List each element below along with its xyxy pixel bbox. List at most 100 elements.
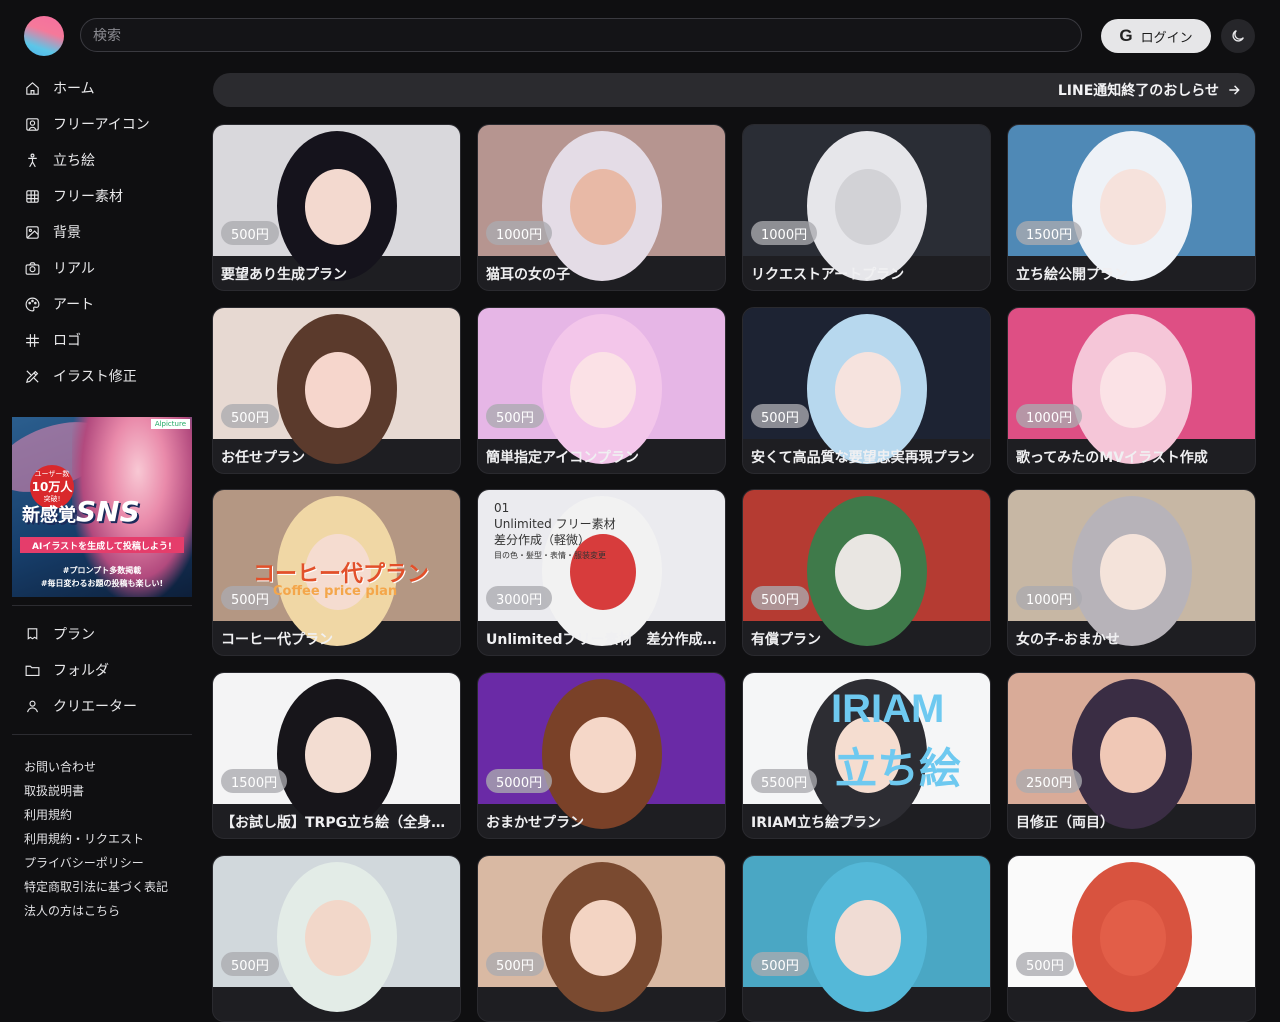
sidebar-item-label: 背景 xyxy=(53,225,81,241)
plan-title: 立ち絵公開プラン xyxy=(1016,267,1128,283)
unlimited-line: Unlimited フリー素材 xyxy=(494,517,616,531)
sidebar-item-label: フォルダ xyxy=(53,663,109,679)
plan-card[interactable]: 1500円【お試し版】TRPG立ち絵（全身）プラン xyxy=(212,672,461,839)
sidebar-item-logo[interactable]: ロゴ xyxy=(24,326,81,354)
footer-link-terms[interactable]: 利用規約 xyxy=(24,806,72,823)
footer-link-contact[interactable]: お問い合わせ xyxy=(24,758,96,775)
price-badge: 500円 xyxy=(221,952,279,976)
price-badge: 1000円 xyxy=(1016,586,1083,610)
price-badge: 500円 xyxy=(751,952,809,976)
sidebar-item-standing[interactable]: 立ち絵 xyxy=(24,146,95,174)
plan-title: 猫耳の女の子 xyxy=(486,267,570,283)
plan-card[interactable]: 1500円立ち絵公開プラン xyxy=(1007,124,1256,291)
plan-card[interactable]: 500円 お任せプラン xyxy=(212,307,461,474)
notice-text: LINE通知終了のおしらせ xyxy=(1057,83,1219,99)
sidebar-item-creator[interactable]: クリエーター xyxy=(24,692,137,720)
unlimited-line: 目の色・髪型・表情・服装変更 xyxy=(494,551,606,560)
price-badge: 1000円 xyxy=(486,221,553,245)
thumbnail-face-shape xyxy=(570,717,636,793)
price-badge: 2500円 xyxy=(1016,769,1083,793)
login-label: ログイン xyxy=(1140,30,1193,46)
footer-link-privacy[interactable]: プライバシーポリシー xyxy=(24,854,144,871)
footer-link-corporate[interactable]: 法人の方はこちら xyxy=(24,902,120,919)
sidebar-item-home[interactable]: ホーム xyxy=(24,74,95,102)
plan-card[interactable]: 500円有償プラン xyxy=(742,489,991,656)
thumbnail-face-shape xyxy=(835,169,901,245)
price-badge: 3000円 xyxy=(486,586,553,610)
sidebar-item-art[interactable]: アート xyxy=(24,290,94,318)
footer-link-manual[interactable]: 取扱説明書 xyxy=(24,782,84,799)
standing-figure-icon xyxy=(28,153,37,167)
promo-banner[interactable]: Alpicture ユーザー数 10万人 突破! 新感覚SNS AIイラストを生… xyxy=(12,417,192,597)
thumbnail-face-shape xyxy=(1100,534,1166,610)
notice-bar[interactable]: LINE通知終了のおしらせ xyxy=(213,73,1255,107)
banner-headline: 新感覚SNS xyxy=(22,495,140,528)
sidebar-item-label: 立ち絵 xyxy=(53,153,95,169)
banner-headline-small: 新感覚 xyxy=(22,505,76,526)
sidebar-item-label: クリエーター xyxy=(53,699,137,715)
plan-card[interactable]: 500円 xyxy=(212,855,461,1022)
search-placeholder: 検索 xyxy=(93,28,121,44)
image-icon xyxy=(26,225,39,239)
plan-title: IRIAM立ち絵プラン xyxy=(751,815,881,831)
footer-link-terms-request[interactable]: 利用規約・リクエスト xyxy=(24,830,144,847)
sidebar-item-real[interactable]: リアル xyxy=(24,254,95,282)
plan-title: 有償プラン xyxy=(751,632,821,648)
sidebar-item-illust-fix[interactable]: イラスト修正 xyxy=(24,362,137,390)
home-icon xyxy=(26,81,39,95)
price-badge: 1500円 xyxy=(1016,221,1083,245)
footer-link-tokushoho[interactable]: 特定商取引法に基づく表記 xyxy=(24,878,168,895)
pencil-ruler-icon xyxy=(26,369,39,383)
plan-card[interactable]: 500円 安くて高品質な要望忠実再現プラン xyxy=(742,307,991,474)
sidebar-divider xyxy=(12,734,192,735)
thumbnail-face-shape xyxy=(305,169,371,245)
plan-card[interactable]: 5500円 IRIAM立ち絵プラン IRIAM 立ち絵 xyxy=(742,672,991,839)
sidebar-item-plan[interactable]: プラン xyxy=(24,620,95,648)
thumbnail-face-shape xyxy=(305,352,371,428)
price-badge: 500円 xyxy=(221,221,279,245)
price-badge: 500円 xyxy=(751,586,809,610)
thumbnail-face-shape xyxy=(570,900,636,976)
price-badge: 500円 xyxy=(751,404,809,428)
price-badge: 1000円 xyxy=(1016,404,1083,428)
thumbnail-face-shape xyxy=(1100,717,1166,793)
sidebar-item-free-icon[interactable]: フリーアイコン xyxy=(24,110,150,138)
site-logo[interactable] xyxy=(24,16,64,56)
price-badge: 5000円 xyxy=(486,769,553,793)
plan-card[interactable]: 2500円目修正（両目） xyxy=(1007,672,1256,839)
plan-card[interactable]: 500円 xyxy=(742,855,991,1022)
plan-card[interactable]: 3000円 Unlimitedフリー素材 差分作成（軽微） 01 Unlimited … xyxy=(477,489,726,656)
badge-number: 10万人 xyxy=(31,480,73,494)
coffee-sub-text: Coffee price plan xyxy=(273,584,398,599)
unlimited-card-text: 01 Unlimited フリー素材 差分作成（軽微） 目の色・髪型・表情・服装変更 xyxy=(494,500,616,564)
plan-title: 目修正（両目） xyxy=(1016,815,1114,831)
plan-card[interactable]: 1000円 リクエストアートプラン xyxy=(742,124,991,291)
plan-card[interactable]: 500円 コーヒー代プラン コーヒー代プラン Coffee price plan xyxy=(212,489,461,656)
plan-card[interactable]: 1000円 女の子-おまかせ xyxy=(1007,489,1256,656)
thumbnail-face-shape xyxy=(1100,352,1166,428)
price-badge: 500円 xyxy=(1016,952,1074,976)
banner-headline-big: SNS xyxy=(76,495,140,528)
person-icon xyxy=(26,700,39,712)
plan-card[interactable]: 500円 簡単指定アイコンプラン xyxy=(477,307,726,474)
thumbnail-face-shape xyxy=(1100,900,1166,976)
plan-card[interactable]: 500円 xyxy=(1007,855,1256,1022)
unlimited-line: 差分作成（軽微） xyxy=(494,533,591,547)
thumbnail-face-shape xyxy=(835,352,901,428)
plan-card[interactable]: 1000円猫耳の女の子 xyxy=(477,124,726,291)
login-button[interactable]: G ログイン xyxy=(1101,19,1211,53)
sidebar-divider xyxy=(12,605,192,606)
thumbnail-face-shape xyxy=(305,900,371,976)
sidebar-item-folder[interactable]: フォルダ xyxy=(24,656,109,684)
thumbnail-face-shape xyxy=(1100,169,1166,245)
sidebar-item-label: リアル xyxy=(53,261,95,277)
sidebar-item-free-material[interactable]: フリー素材 xyxy=(24,182,123,210)
plan-card[interactable]: 500円 要望あり生成プラン xyxy=(212,124,461,291)
sidebar-item-background[interactable]: 背景 xyxy=(24,218,81,246)
theme-toggle-button[interactable] xyxy=(1221,19,1255,53)
thumbnail-face-shape xyxy=(305,717,371,793)
plan-card[interactable]: 5000円 おまかせプラン xyxy=(477,672,726,839)
plan-card[interactable]: 500円 xyxy=(477,855,726,1022)
search-input[interactable]: 検索 xyxy=(80,18,1082,52)
plan-card[interactable]: 1000円 歌ってみたのMVイラスト作成 xyxy=(1007,307,1256,474)
